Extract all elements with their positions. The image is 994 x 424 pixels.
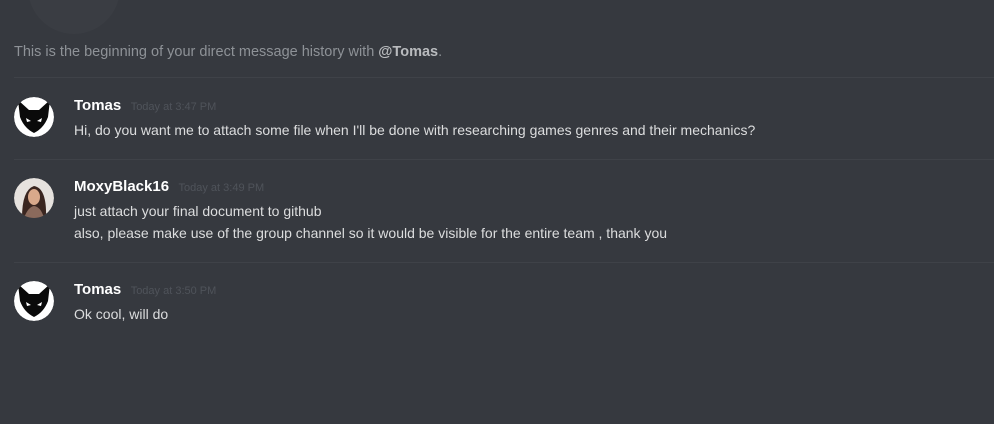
avatar[interactable] xyxy=(14,178,54,218)
message-header: Tomas Today at 3:50 PM xyxy=(74,281,216,299)
fox-silhouette-icon xyxy=(14,281,54,321)
message-text: just attach your final document to githu… xyxy=(74,203,322,219)
chat-message-area: This is the beginning of your direct mes… xyxy=(0,0,994,424)
profile-photo-avatar xyxy=(14,178,54,218)
message-divider xyxy=(14,77,994,78)
timestamp: Today at 3:49 PM xyxy=(178,182,265,194)
message-header: MoxyBlack16 Today at 3:49 PM xyxy=(74,178,264,196)
message-text: Hi, do you want me to attach some file w… xyxy=(74,122,756,138)
username[interactable]: MoxyBlack16 xyxy=(74,178,169,195)
avatar[interactable] xyxy=(14,281,54,321)
intro-prefix: This is the beginning of your direct mes… xyxy=(14,44,379,60)
message-divider xyxy=(14,159,994,160)
timestamp: Today at 3:47 PM xyxy=(130,101,217,113)
message-text: Ok cool, will do xyxy=(74,306,169,322)
message-header: Tomas Today at 3:47 PM xyxy=(74,97,216,115)
channel-header-avatar xyxy=(28,0,120,34)
message-text: also, please make use of the group chann… xyxy=(74,225,668,241)
intro-suffix: . xyxy=(438,44,443,60)
fox-silhouette-icon xyxy=(14,97,54,137)
timestamp: Today at 3:50 PM xyxy=(130,285,217,297)
message-divider xyxy=(14,262,994,263)
username[interactable]: Tomas xyxy=(74,281,121,298)
user-mention[interactable]: @Tomas xyxy=(378,44,438,60)
dm-history-intro: This is the beginning of your direct mes… xyxy=(14,44,442,60)
avatar[interactable] xyxy=(14,97,54,137)
username[interactable]: Tomas xyxy=(74,97,121,114)
